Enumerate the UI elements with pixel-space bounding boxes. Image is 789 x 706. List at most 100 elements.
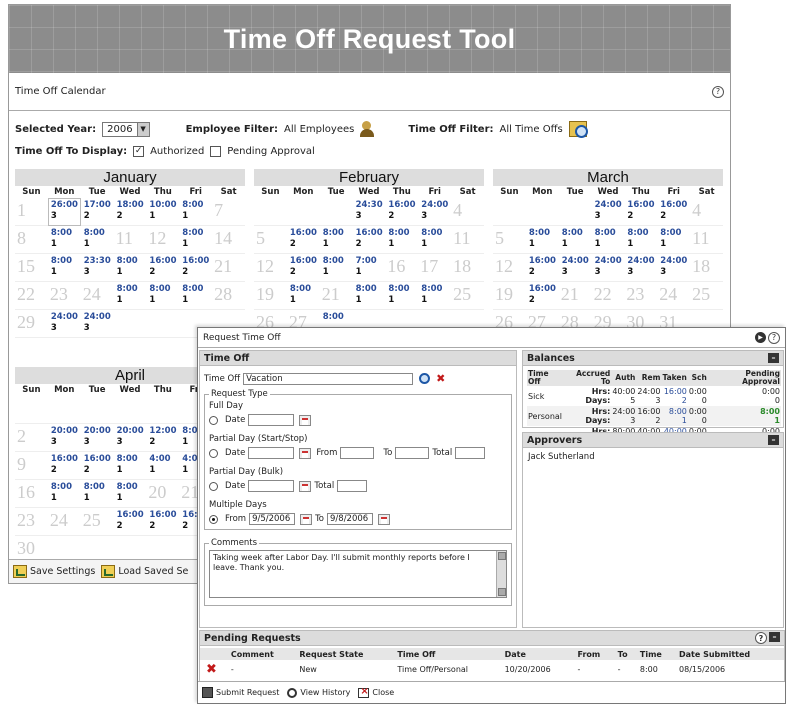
full-day-radio[interactable] [209,415,218,425]
minimize-icon[interactable]: – [769,632,780,642]
calendar-day-cell[interactable]: 24 [657,282,691,310]
calendar-day-cell[interactable]: 8:00 1 [319,226,353,254]
pending-header[interactable]: Time [636,648,677,660]
calendar-day-cell[interactable]: 8:00 1 [385,282,419,310]
calendar-day-cell[interactable]: 19 [254,282,287,310]
calendar-day-cell[interactable]: 8:00 1 [179,282,213,310]
clear-icon[interactable]: ✖ [436,372,445,385]
calendar-day-cell[interactable]: 9 [15,452,48,480]
calendar-day-cell[interactable]: 16:00 2 [80,452,114,480]
pending-header[interactable]: Date [501,648,575,660]
search-icon[interactable] [419,373,431,384]
calendar-day-cell[interactable]: 8:00 1 [47,254,81,282]
partial-to-input[interactable] [395,447,430,459]
pending-header[interactable]: Comment [227,648,297,660]
calendar-day-cell[interactable]: 22 [15,282,48,310]
multi-to-input[interactable]: 9/8/2006 [327,513,374,525]
timeoff-picker-icon[interactable] [568,121,588,138]
calendar-day-cell[interactable]: 24:00 3 [47,310,81,338]
calendar-day-cell[interactable]: 4 [451,198,484,226]
calendar-day-cell[interactable]: 16:00 2 [286,226,320,254]
pending-delete-cell[interactable]: ✖ [200,660,228,679]
calendar-day-cell[interactable] [146,310,180,338]
calendar-day-cell[interactable]: 8 [15,226,48,254]
calendar-day-cell[interactable]: 8:00 1 [418,226,452,254]
submit-request-button[interactable]: Submit Request [202,687,279,698]
calendar-day-cell[interactable]: 8:00 1 [113,452,147,480]
calendar-day-cell[interactable] [525,198,559,226]
partial-bulk-date-input[interactable] [248,480,295,492]
calendar-day-cell[interactable]: 17 [418,254,452,282]
view-history-button[interactable]: View History [287,687,350,698]
calendar-day-cell[interactable] [113,396,147,424]
help-icon[interactable]: ? [755,632,767,644]
calendar-day-cell[interactable]: 8:00 1 [47,226,81,254]
calendar-day-cell[interactable]: 24:00 3 [657,254,691,282]
calendar-day-cell[interactable]: 8:00 1 [146,282,180,310]
multi-from-input[interactable]: 9/5/2006 [249,513,296,525]
comments-textarea[interactable]: Taking week after Labor Day. I'll submit… [209,550,507,598]
calendar-day-cell[interactable]: 12 [493,254,526,282]
calendar-day-cell[interactable]: 29 [15,310,48,338]
pending-header[interactable]: Date Submitted [676,648,784,660]
calendar-day-cell[interactable]: 21 [212,254,245,282]
calendar-day-cell[interactable]: 15 [15,254,48,282]
calendar-day-cell[interactable]: 17:00 2 [80,198,114,226]
calendar-day-cell[interactable]: 20:00 3 [113,424,147,452]
calendar-icon[interactable] [378,513,391,525]
calendar-day-cell[interactable]: 8:00 1 [385,226,419,254]
calendar-day-cell[interactable]: 16 [385,254,419,282]
pending-header[interactable]: Time Off [394,648,502,660]
calendar-day-cell[interactable]: 8:00 1 [286,282,320,310]
calendar-day-cell[interactable] [558,198,592,226]
calendar-day-cell[interactable]: 24:00 3 [558,254,592,282]
calendar-day-cell[interactable] [286,198,320,226]
multiple-days-radio[interactable] [209,514,218,524]
calendar-icon[interactable] [299,480,312,492]
calendar-day-cell[interactable]: 18 [451,254,484,282]
calendar-day-cell[interactable]: 21 [319,282,353,310]
partial-total-input[interactable] [455,447,486,459]
calendar-day-cell[interactable]: 7 [212,198,245,226]
help-icon[interactable]: ? [768,331,780,344]
partial-bulk-radio[interactable] [209,481,218,491]
calendar-day-cell[interactable]: 8:00 1 [352,282,386,310]
calendar-day-cell[interactable]: 16:00 2 [352,226,386,254]
pending-header[interactable]: To [614,648,637,660]
calendar-day-cell[interactable]: 16:00 2 [179,254,213,282]
calendar-day-cell[interactable]: 25 [690,282,723,310]
calendar-day-cell[interactable]: 8:00 1 [418,282,452,310]
calendar-day-cell[interactable]: 24:00 3 [591,198,625,226]
help-icon[interactable]: ? [712,85,724,98]
calendar-day-cell[interactable] [15,396,48,424]
calendar-day-cell[interactable]: 7:00 1 [352,254,386,282]
load-saved-settings-button[interactable]: Load Saved Se [101,565,188,578]
calendar-day-cell[interactable]: 16:00 2 [286,254,320,282]
calendar-day-cell[interactable]: 23:30 3 [80,254,114,282]
calendar-day-cell[interactable] [80,396,114,424]
calendar-day-cell[interactable]: 8:00 1 [179,198,213,226]
close-button[interactable]: Close [358,686,394,698]
calendar-day-cell[interactable]: 24 [80,282,114,310]
calendar-day-cell[interactable]: 8:00 1 [47,480,81,508]
pending-approval-checkbox[interactable] [210,145,222,157]
calendar-day-cell[interactable]: 2 [15,424,48,452]
calendar-day-cell[interactable]: 16:00 2 [47,452,81,480]
calendar-day-cell[interactable]: 1 [15,198,48,226]
calendar-day-cell[interactable]: 16:00 2 [657,198,691,226]
calendar-day-cell[interactable]: 23 [624,282,658,310]
calendar-day-cell[interactable] [113,310,147,338]
calendar-day-cell[interactable]: 8:00 1 [591,226,625,254]
calendar-day-cell[interactable]: 18 [690,254,723,282]
calendar-day-cell[interactable]: 24:00 3 [80,310,114,338]
calendar-day-cell[interactable]: 24:00 3 [624,254,658,282]
time-off-type-input[interactable]: Vacation [243,372,414,385]
calendar-day-cell[interactable]: 5 [254,226,287,254]
calendar-icon[interactable] [300,513,313,525]
calendar-day-cell[interactable]: 12:00 2 [146,424,180,452]
calendar-day-cell[interactable]: 16:00 2 [385,198,419,226]
calendar-day-cell[interactable]: 8:00 1 [657,226,691,254]
calendar-day-cell[interactable]: 25 [80,508,114,536]
calendar-day-cell[interactable]: 16:00 2 [624,198,658,226]
calendar-day-cell[interactable]: 8:00 1 [80,226,114,254]
